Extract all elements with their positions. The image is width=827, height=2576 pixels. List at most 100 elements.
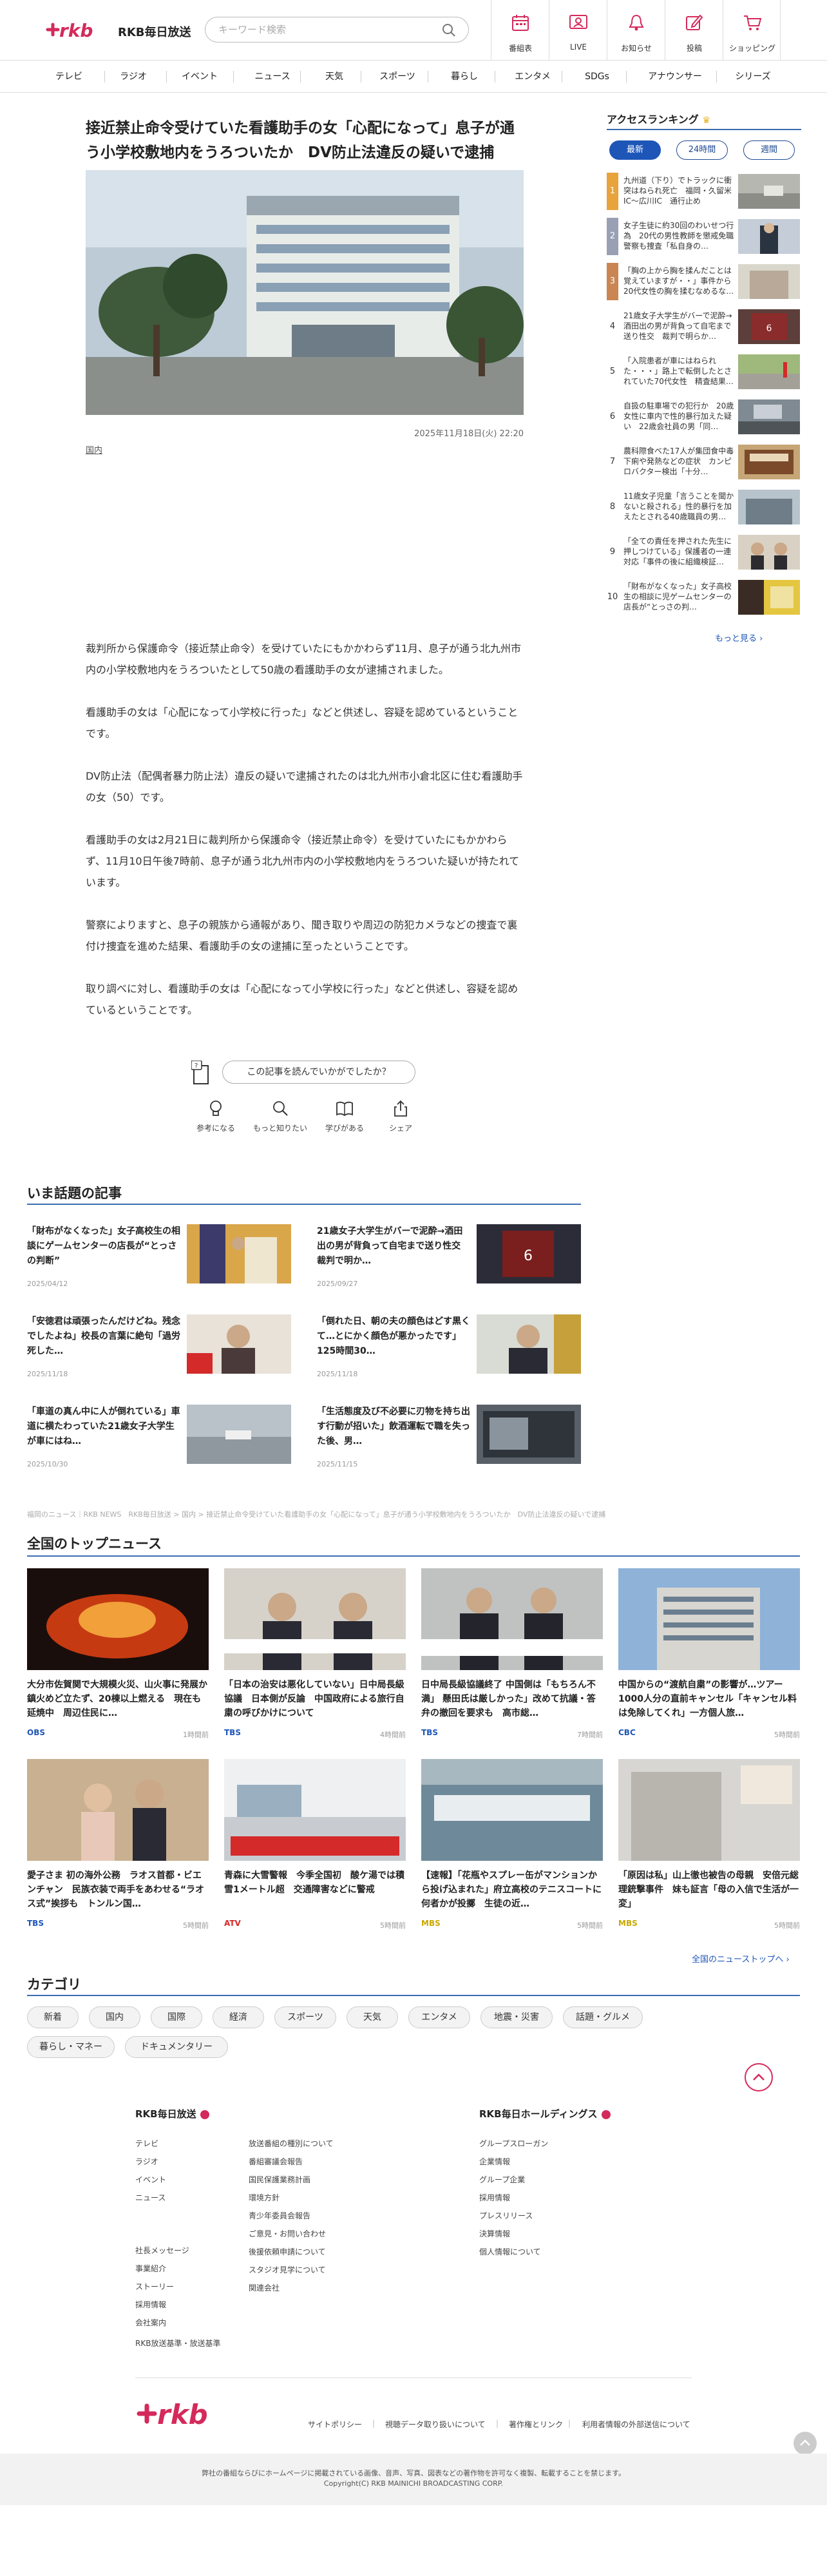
footer-rkb-logo[interactable]: rkb	[135, 2394, 213, 2433]
page-top-button[interactable]	[794, 2432, 817, 2455]
footer-policy-link[interactable]: 著作権とリンク	[509, 2419, 563, 2430]
ranking-tab-24h[interactable]: 24時間	[676, 140, 728, 160]
gnav-event[interactable]: イベント	[164, 61, 235, 93]
gnav-entertainment[interactable]: エンタメ	[497, 61, 568, 93]
footer-link[interactable]: RKB放送基準・放送基準	[135, 2338, 220, 2349]
national-news-card[interactable]: 大分市佐賀関で大規模火災、山火事に発展か 鎮火めど立たず、20棟以上燃える 現在…	[27, 1568, 209, 1742]
category-chip[interactable]: スポーツ	[274, 2006, 336, 2028]
national-news-card[interactable]: 愛子さま 初の海外公務 ラオス首都・ビエンチャン 民族衣装で両手をあわせる“ラオ…	[27, 1759, 209, 1933]
footer-link[interactable]: 番組審議会報告	[249, 2156, 303, 2167]
nav-shopping[interactable]: ショッピング	[723, 0, 781, 61]
scroll-top-button[interactable]	[745, 2063, 773, 2091]
ranking-tab-latest[interactable]: 最新	[609, 140, 661, 160]
nav-live[interactable]: LIVE	[549, 0, 607, 61]
national-news-card[interactable]: 日中局長級協議終了 中国側は「もちろん不満」 懸田氏は厳しかった」改めて抗議・答…	[421, 1568, 603, 1742]
footer-link[interactable]: イベント	[135, 2174, 166, 2185]
nav-post[interactable]: 投稿	[665, 0, 723, 61]
footer-link[interactable]: 決算情報	[479, 2228, 510, 2239]
footer-link[interactable]: ご意見・お問い合わせ	[249, 2228, 326, 2239]
footer-policy-link[interactable]: サイトポリシー	[308, 2419, 362, 2430]
gnav-tv[interactable]: テレビ	[33, 61, 104, 93]
gnav-radio[interactable]: ラジオ	[98, 61, 169, 93]
article-category-link[interactable]: 国内	[86, 443, 102, 456]
footer-link[interactable]: 放送番組の種別について	[249, 2138, 334, 2149]
footer-link[interactable]: スタジオ見学について	[249, 2264, 326, 2275]
footer-link[interactable]: 環境方針	[249, 2192, 280, 2203]
ranking-item[interactable]: 2 女子生徒に約30回のわいせつ行為 20代の男性教師を懲戒免職 警察も捜査「私…	[607, 218, 801, 258]
ranking-item[interactable]: 9 「全ての責任を押された先生に押しつけている」保護者の一連対応「事件の後に組織…	[607, 533, 801, 573]
footer-link[interactable]: プレスリリース	[479, 2210, 533, 2221]
footer-link[interactable]: グループスローガン	[479, 2138, 548, 2149]
ranking-item[interactable]: 10 「財布がなくなった」女子高校生の相談に児ゲームセンターの店長が“とっさの判…	[607, 579, 801, 619]
ranking-item[interactable]: 1 九州道（下り）でトラックに衝突はねられ死亡 福岡・久留米IC～広川IC 通行…	[607, 173, 801, 213]
trending-item[interactable]: 21歳女子大学生がバーで泥酔→酒田出の男が背負って自宅まで送り性交 裁判で明か……	[317, 1224, 587, 1295]
gnav-sdgs[interactable]: SDGs	[562, 61, 632, 93]
national-news-card[interactable]: 【速報】「花瓶やスプレー缶がマンションから投げ込まれた」府立高校のテニスコートに…	[421, 1759, 603, 1933]
footer-link[interactable]: 採用情報	[135, 2299, 166, 2310]
footer-link[interactable]: 採用情報	[479, 2192, 510, 2203]
national-news-card[interactable]: 青森に大雪警報 今季全国初 酸ケ湯では積雪1メートル超 交通障害などに警戒 AT…	[224, 1759, 406, 1933]
national-news-card[interactable]: 中国からの“渡航自粛”の影響が…ツアー1000人分の直前キャンセル「キャンセル料…	[618, 1568, 800, 1742]
footer-link[interactable]: グループ企業	[479, 2174, 525, 2185]
footer-policy-link[interactable]: 利用者情報の外部送信について	[582, 2419, 690, 2430]
trending-item[interactable]: 「倒れた日、朝の夫の顔色はどす黒くて…とにかく顔色が悪かったです」125時間30…	[317, 1314, 587, 1385]
category-chip[interactable]: 国内	[89, 2006, 140, 2028]
trending-item[interactable]: 「安徳君は頑張ったんだけどね。残念でしたよね」校長の言葉に絶句「過労死した… 2…	[27, 1314, 298, 1385]
nav-notices[interactable]: お知らせ	[607, 0, 665, 61]
footer-link[interactable]: ラジオ	[135, 2156, 158, 2167]
category-chip[interactable]: 天気	[347, 2006, 398, 2028]
nav-program-guide[interactable]: 番組表	[491, 0, 549, 61]
trending-item[interactable]: 「財布がなくなった」女子高校生の相談にゲームセンターの店長が“とっさの判断” 2…	[27, 1224, 298, 1295]
category-chip[interactable]: ドキュメンタリー	[125, 2036, 228, 2058]
gnav-sports[interactable]: スポーツ	[362, 61, 433, 93]
category-chip[interactable]: 新着	[27, 2006, 79, 2028]
footer-link[interactable]: 企業情報	[479, 2156, 510, 2167]
search-input[interactable]	[218, 23, 424, 37]
national-news-card[interactable]: 「日本の治安は悪化していない」日中局長級協議 日本側が反論 中国政府による旅行自…	[224, 1568, 406, 1742]
footer-link[interactable]: 事業紹介	[135, 2263, 166, 2274]
footer-link[interactable]: ストーリー	[135, 2281, 174, 2292]
reaction-learn[interactable]: 学びがある	[312, 1099, 377, 1133]
category-chip[interactable]: 暮らし・マネー	[27, 2036, 115, 2058]
reaction-useful[interactable]: 参考になる	[184, 1099, 248, 1133]
gnav-news[interactable]: ニュース	[237, 61, 308, 93]
gnav-series[interactable]: シリーズ	[718, 61, 788, 93]
footer-link[interactable]: 関連会社	[249, 2282, 280, 2293]
footer-hd-title[interactable]: RKB毎日ホールディングス	[479, 2107, 611, 2120]
search-icon[interactable]	[441, 23, 457, 38]
footer-policy-link[interactable]: 視聴データ取り扱いについて	[385, 2419, 486, 2430]
footer-link[interactable]: 会社案内	[135, 2317, 166, 2328]
footer-link[interactable]: テレビ	[135, 2138, 158, 2149]
ranking-item[interactable]: 6 自扱の駐車場での犯行か 20歳女性に車内で性的暴行加えた疑い 22歳会社員の…	[607, 398, 801, 438]
ranking-item[interactable]: 7 農科際食べた17人が集団食中毒 下痢や発熱などの症状 カンピロバクター検出「…	[607, 443, 801, 483]
category-chip[interactable]: 地震・災害	[480, 2006, 553, 2028]
footer-link[interactable]: 社長メッセージ	[135, 2245, 189, 2256]
footer-link[interactable]: 国民保護業務計画	[249, 2174, 310, 2185]
gnav-weather[interactable]: 天気	[299, 61, 370, 93]
ranking-item[interactable]: 3 「胸の上から胸を揉んだことは覚えていますが・・」事件から20代女性の胸を揉む…	[607, 263, 801, 303]
ranking-item[interactable]: 4 21歳女子大学生がバーで泥酔→酒田出の男が背負って自宅まで送り性交 裁判で明…	[607, 308, 801, 348]
gnav-life[interactable]: 暮らし	[429, 61, 500, 93]
category-chip[interactable]: 話題・グルメ	[563, 2006, 643, 2028]
category-chip[interactable]: エンタメ	[408, 2006, 470, 2028]
category-chip[interactable]: 経済	[213, 2006, 264, 2028]
footer-link[interactable]: 個人情報について	[479, 2246, 541, 2257]
ranking-tab-weekly[interactable]: 週間	[743, 140, 795, 160]
search-box	[205, 17, 469, 43]
footer-rkb-title[interactable]: RKB毎日放送	[135, 2107, 209, 2120]
reaction-more[interactable]: もっと知りたい	[248, 1099, 312, 1133]
footer-link[interactable]: 青少年委員会報告	[249, 2210, 310, 2221]
ranking-item[interactable]: 8 11歳女子児童「言うことを聞かないと殺される」性的暴行を加えたとされる40歳…	[607, 488, 801, 528]
trending-item[interactable]: 「生活態度及び不必要に刃物を持ち出す行動が招いた」飲酒運転で職を失った後、男… …	[317, 1405, 587, 1475]
rkb-logo[interactable]: rkb	[45, 17, 97, 43]
national-more-link[interactable]: 全国のニューストップへ ›	[692, 1952, 790, 1965]
ranking-item[interactable]: 5 「入院患者が車にはねられた・・・」路上で転倒したとされていた70代女性 精査…	[607, 353, 801, 393]
national-news-card[interactable]: 「原因は私」山上徹也被告の母親 安倍元総理銃撃事件 妹も証言「母の入信で生活が一…	[618, 1759, 800, 1933]
ranking-more-link[interactable]: もっと見る ›	[715, 631, 763, 644]
trending-item[interactable]: 「車道の真ん中に人が倒れている」車道に横たわっていた21歳女子大学生が車にはね……	[27, 1405, 298, 1475]
category-chip[interactable]: 国際	[151, 2006, 202, 2028]
footer-link[interactable]: 後援依頼申請について	[249, 2246, 326, 2257]
footer-link[interactable]: ニュース	[135, 2192, 166, 2203]
reaction-share[interactable]: シェア	[368, 1099, 433, 1133]
gnav-announcer[interactable]: アナウンサー	[636, 61, 714, 93]
